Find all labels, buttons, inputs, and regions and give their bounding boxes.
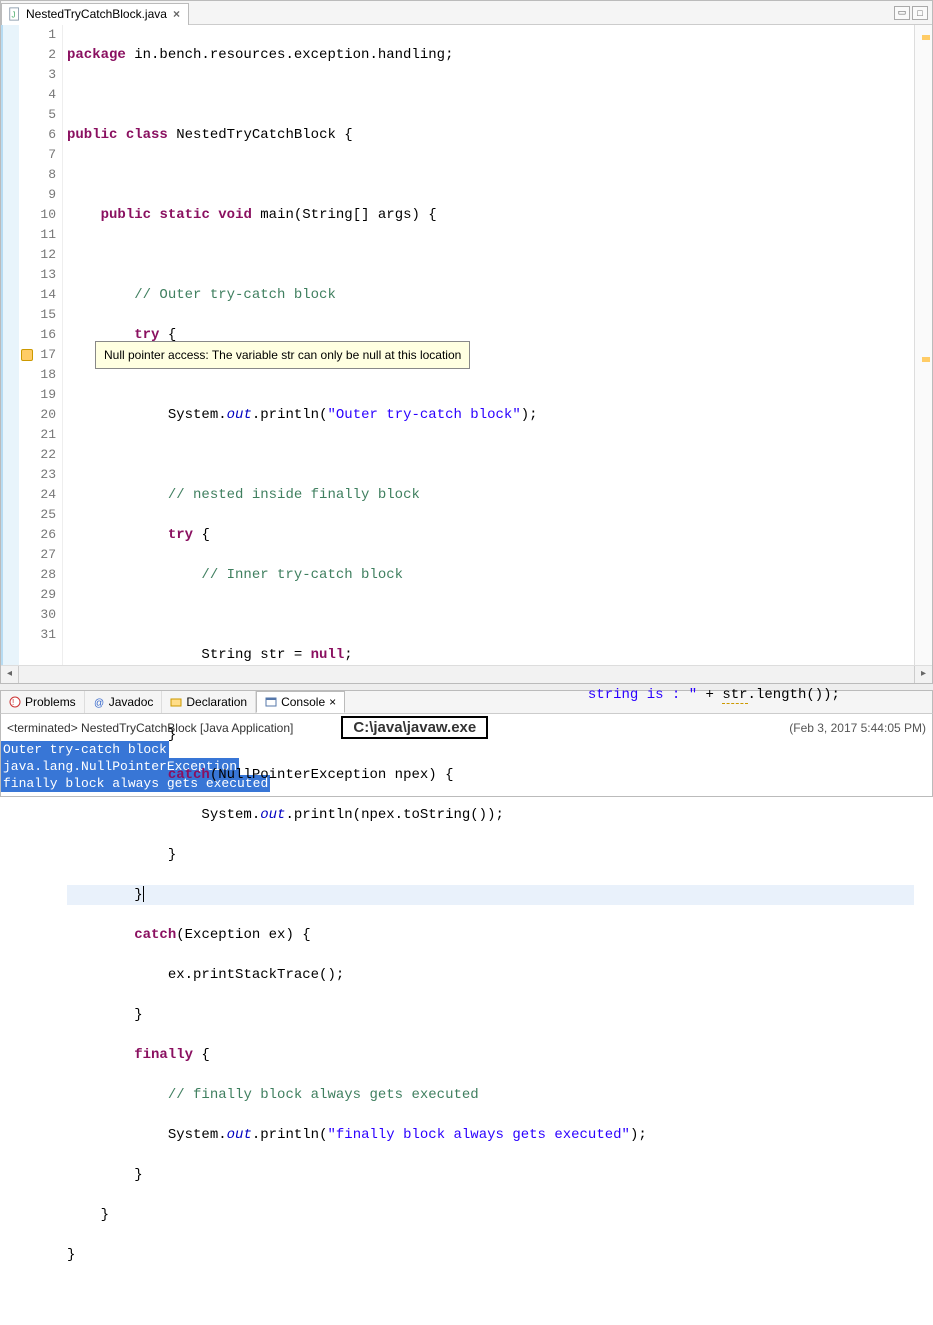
problems-icon: !: [9, 696, 21, 708]
java-file-icon: J: [8, 7, 22, 21]
editor-tab-bar: J NestedTryCatchBlock.java × ▭ □: [1, 1, 932, 25]
maximize-button[interactable]: □: [912, 6, 928, 20]
folding-ruler[interactable]: [1, 25, 19, 665]
code-editor[interactable]: package in.bench.resources.exception.han…: [63, 25, 914, 665]
editor-window-controls: ▭ □: [894, 6, 932, 20]
scroll-left-button[interactable]: ◂: [1, 666, 19, 683]
overview-warning-mark[interactable]: [922, 357, 930, 362]
scroll-right-button[interactable]: ▸: [914, 666, 932, 683]
warning-tooltip: Null pointer access: The variable str ca…: [95, 341, 470, 369]
minimize-button[interactable]: ▭: [894, 6, 910, 20]
editor-body: 1234 5678 9101112 13141516 17181920 2122…: [1, 25, 932, 665]
editor-tab[interactable]: J NestedTryCatchBlock.java ×: [1, 3, 189, 25]
tab-filename: NestedTryCatchBlock.java: [26, 7, 167, 21]
overview-warning-mark[interactable]: [922, 35, 930, 40]
overview-ruler[interactable]: [914, 25, 932, 665]
line-number-gutter[interactable]: 1234 5678 9101112 13141516 17181920 2122…: [19, 25, 63, 665]
svg-text:!: !: [12, 698, 14, 707]
svg-text:J: J: [12, 11, 16, 20]
tab-close-icon[interactable]: ×: [171, 7, 182, 21]
editor-pane: J NestedTryCatchBlock.java × ▭ □ 1234 56…: [0, 0, 933, 684]
